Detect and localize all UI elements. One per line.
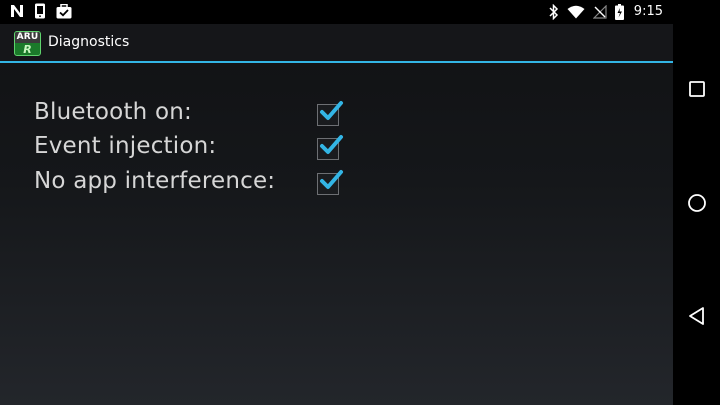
status-bar: 9:15 [0,0,673,24]
n-notification-icon [10,4,24,18]
back-button[interactable] [685,304,709,328]
checkmark-icon [320,135,343,154]
action-bar: ARU R Diagnostics [0,24,673,63]
app-logo-text-bottom: R [23,43,32,56]
no-signal-icon [592,5,607,19]
bluetooth-icon [549,4,559,20]
diagnostics-list: Bluetooth on: Event injection: No app in… [0,63,673,405]
recents-icon [689,81,705,97]
check-row-bluetooth: Bluetooth on: [34,96,364,130]
check-label: Bluetooth on: [34,99,192,125]
wifi-icon [567,5,585,19]
check-label: Event injection: [34,133,217,159]
check-row-event-injection: Event injection: [34,130,364,164]
navigation-bar [673,0,720,405]
checkmark-icon [320,101,343,120]
no-app-interference-checkbox[interactable] [317,169,343,195]
event-injection-checkbox[interactable] [317,134,343,160]
app-logo: ARU R [14,31,41,56]
bluetooth-checkbox[interactable] [317,100,343,126]
briefcase-check-icon [56,3,72,19]
battery-icon [614,4,624,20]
app-screen: 9:15 ARU R Diagnostics Bluetooth on: Eve… [0,0,673,405]
checkmark-icon [320,170,343,189]
app-logo-text-top: ARU [15,32,40,43]
check-row-no-app-interference: No app interference: [34,165,364,199]
check-label: No app interference: [34,168,276,194]
phone-icon [34,3,46,19]
status-time: 9:15 [633,4,663,19]
home-button[interactable] [685,191,709,215]
back-icon [689,307,704,325]
recents-button[interactable] [685,77,709,101]
page-title: Diagnostics [48,34,130,50]
home-icon [688,194,706,212]
